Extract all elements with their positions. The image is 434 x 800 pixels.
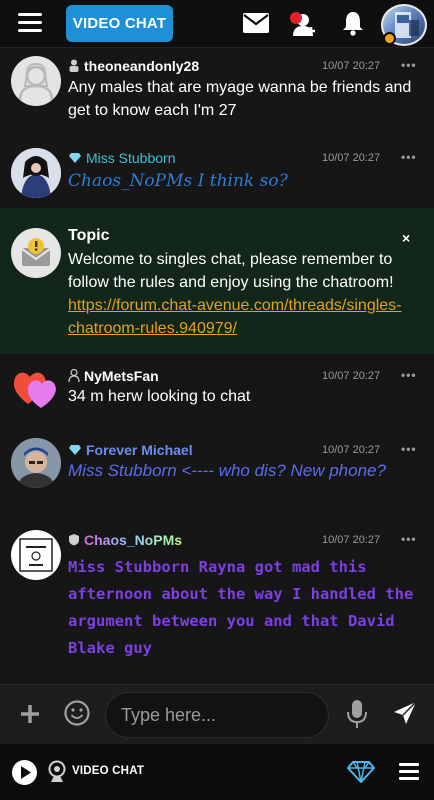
bell-icon[interactable] xyxy=(342,10,364,36)
microphone-icon[interactable] xyxy=(346,699,368,729)
video-chat-button[interactable]: VIDEO CHAT xyxy=(66,5,173,42)
message-time: 10/07 20:27 xyxy=(322,534,381,546)
message-time: 10/07 20:27 xyxy=(322,152,381,164)
send-icon[interactable] xyxy=(393,701,417,725)
message-text: Miss Stubborn <---- who dis? New phone? xyxy=(68,461,386,480)
message-options-icon[interactable]: ••• xyxy=(401,368,417,382)
username[interactable]: Forever Michael xyxy=(68,442,193,458)
topic-banner: Topic × Welcome to singles chat, please … xyxy=(0,208,434,354)
chat-message: Miss Stubborn 10/07 20:27 ••• Chaos_NoPM… xyxy=(0,136,434,208)
message-input-bar xyxy=(0,684,434,744)
chat-message: theoneandonly28 10/07 20:27 ••• Any male… xyxy=(0,48,434,136)
diamond-icon[interactable] xyxy=(347,761,375,783)
user-rank-icon xyxy=(69,59,79,72)
message-options-icon[interactable]: ••• xyxy=(401,150,417,164)
avatar[interactable] xyxy=(11,148,61,198)
message-time: 10/07 20:27 xyxy=(322,370,381,382)
close-icon[interactable]: × xyxy=(402,230,410,246)
message-text: Miss Stubborn Rayna got mad this afterno… xyxy=(68,558,414,657)
topic-rules-link[interactable]: https://forum.chat-avenue.com/threads/si… xyxy=(68,297,402,337)
bottom-bar: VIDEO CHAT xyxy=(0,744,434,800)
message-options-icon[interactable]: ••• xyxy=(401,442,417,456)
topic-text: Welcome to singles chat, please remember… xyxy=(68,251,402,337)
message-options-icon[interactable]: ••• xyxy=(401,58,417,72)
avatar[interactable] xyxy=(11,530,61,580)
status-indicator xyxy=(383,32,396,45)
diamond-rank-icon xyxy=(69,153,81,163)
username[interactable]: Miss Stubborn xyxy=(68,150,175,166)
diamond-rank-icon xyxy=(69,445,81,455)
play-icon[interactable] xyxy=(12,760,37,785)
message-text: 34 m herw looking to chat xyxy=(68,388,251,405)
plus-icon[interactable] xyxy=(20,704,40,724)
user-rank-icon xyxy=(68,369,80,382)
message-time: 10/07 20:27 xyxy=(322,60,381,72)
username[interactable]: Chaos_NoPMs xyxy=(68,532,182,548)
emoji-icon[interactable] xyxy=(64,700,90,726)
add-friend-icon[interactable] xyxy=(288,10,318,38)
message-text: Chaos_NoPMs I think so? xyxy=(68,171,288,191)
video-chat-label[interactable]: VIDEO CHAT xyxy=(72,765,144,777)
mail-icon[interactable] xyxy=(242,10,270,36)
message-time: 10/07 20:27 xyxy=(322,444,381,456)
chat-message: NyMetsFan 10/07 20:27 ••• 34 m herw look… xyxy=(0,354,434,428)
message-options-icon[interactable]: ••• xyxy=(401,532,417,546)
top-bar: VIDEO CHAT xyxy=(0,0,434,48)
shield-rank-icon xyxy=(69,534,79,546)
menu-icon[interactable] xyxy=(18,13,42,33)
chat-message: Forever Michael 10/07 20:27 ••• Miss Stu… xyxy=(0,428,434,520)
webcam-icon[interactable] xyxy=(48,760,66,784)
avatar[interactable] xyxy=(11,56,61,106)
username[interactable]: theoneandonly28 xyxy=(68,58,199,74)
menu-icon[interactable] xyxy=(399,763,419,781)
message-text: Any males that are myage wanna be friend… xyxy=(68,79,412,119)
topic-title: Topic xyxy=(68,227,110,244)
topic-icon xyxy=(11,228,61,278)
message-input[interactable] xyxy=(105,692,329,738)
avatar[interactable] xyxy=(11,366,61,416)
chat-message: Chaos_NoPMs 10/07 20:27 ••• Miss Stubbor… xyxy=(0,520,434,684)
avatar[interactable] xyxy=(11,438,61,488)
username[interactable]: NyMetsFan xyxy=(68,368,159,384)
